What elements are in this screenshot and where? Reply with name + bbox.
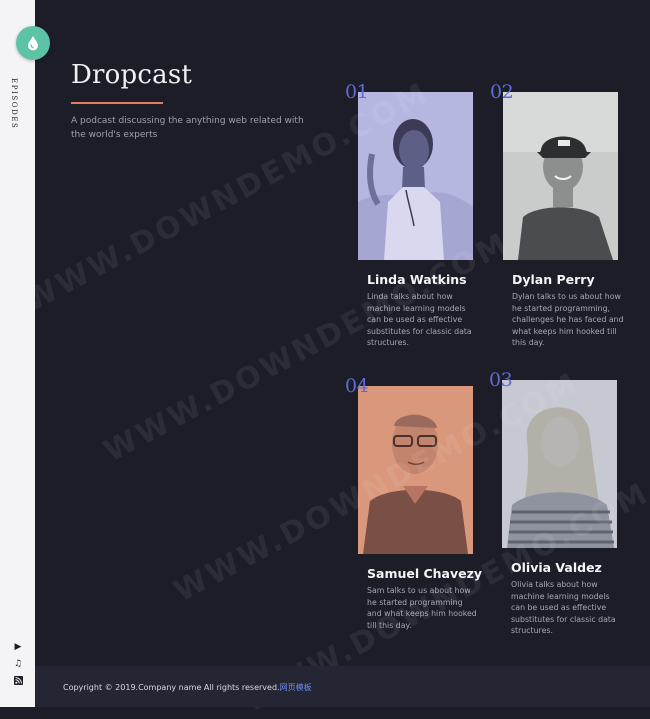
episode-guest-name[interactable]: Samuel Chavezy [367, 566, 482, 581]
page-subtitle: A podcast discussing the anything web re… [71, 116, 304, 140]
episode-description: Dylan talks to us about how he started p… [512, 292, 624, 347]
copyright-text: Copyright © 2019.Company name All rights… [63, 683, 280, 692]
episode-number: 01 [345, 81, 369, 103]
rss-icon[interactable] [13, 676, 23, 689]
music-icon[interactable]: ♫ [14, 659, 22, 670]
rail-icon-group: ▶ ♫ [12, 642, 24, 689]
episode-photo [503, 92, 618, 260]
episode-guest-name[interactable]: Linda Watkins [367, 272, 467, 287]
logo-drop-icon[interactable] [16, 26, 50, 60]
template-link[interactable]: 网页模板 [280, 683, 312, 692]
episode-photo [358, 386, 473, 554]
episode-guest-name[interactable]: Dylan Perry [512, 272, 595, 287]
episode-description: Linda talks about how machine learning m… [367, 292, 472, 347]
footer: Copyright © 2019.Company name All rights… [35, 666, 650, 707]
episode-number: 02 [490, 81, 514, 103]
title-underline [71, 102, 163, 104]
page-title: Dropcast [71, 60, 193, 90]
side-rail: EPISODES ▶ ♫ [0, 0, 35, 707]
episode-guest-name[interactable]: Olivia Valdez [511, 560, 602, 575]
episode-number: 03 [489, 369, 513, 391]
footer-text: Copyright © 2019.Company name All rights… [63, 682, 312, 693]
episode-photo [358, 92, 473, 260]
episode-description: Sam talks to us about how he started pro… [367, 586, 477, 630]
episode-number: 04 [345, 375, 369, 397]
episode-description: Olivia talks about how machine learning … [511, 580, 616, 635]
episode-photo [502, 380, 617, 548]
episodes-rail-label[interactable]: EPISODES [10, 78, 18, 129]
play-icon[interactable]: ▶ [15, 642, 22, 653]
